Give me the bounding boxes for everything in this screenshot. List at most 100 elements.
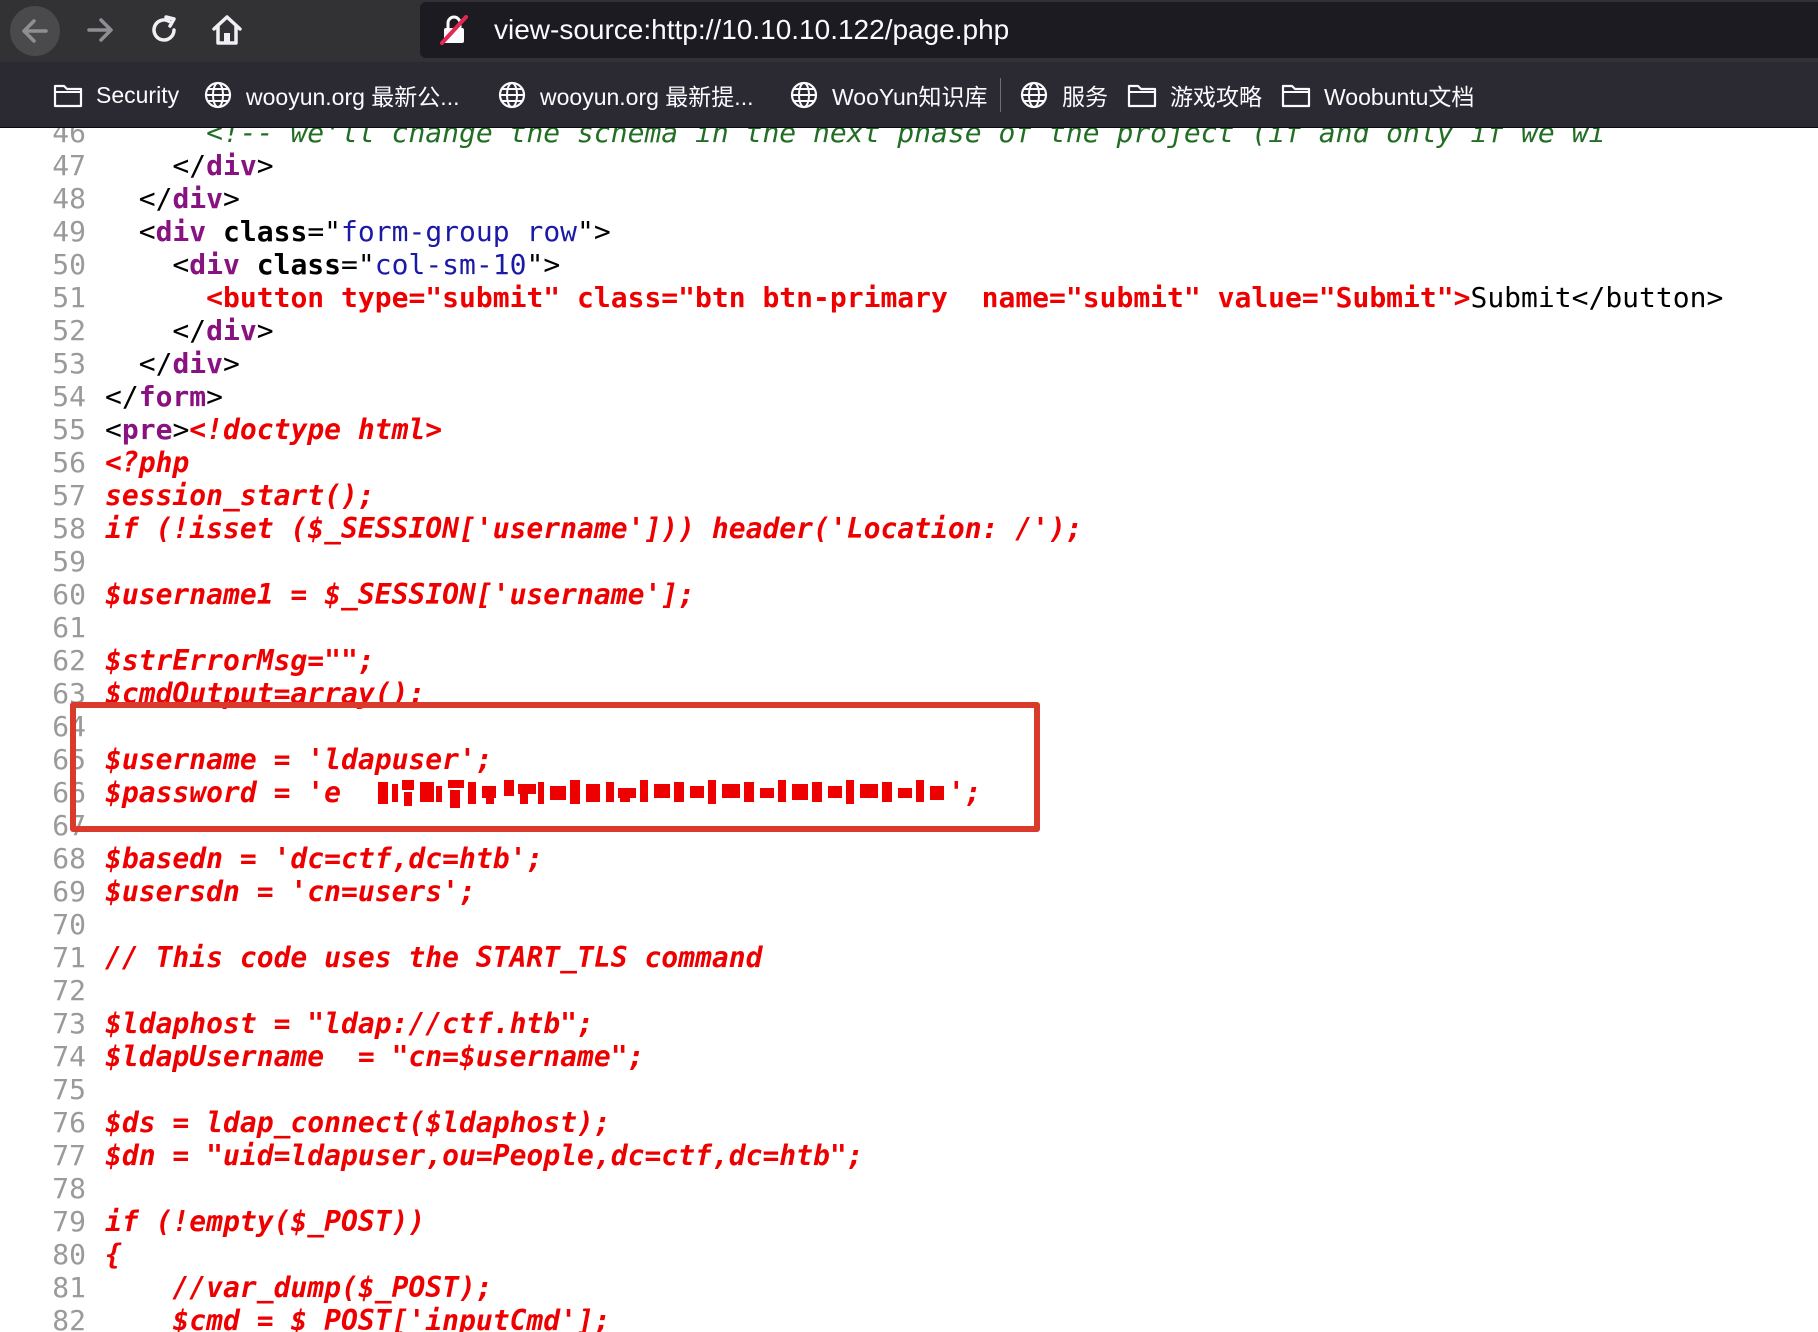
source-line: 60 $username1 = $_SESSION['username'];	[0, 578, 1818, 611]
source-line: 81 //var_dump($_POST);	[0, 1271, 1818, 1304]
bookmark-wooyun-latest-submitted[interactable]: wooyun.org 最新提...	[496, 62, 753, 128]
line-code: $strErrorMsg="";	[105, 644, 375, 677]
bookmark-services[interactable]: 服务	[1018, 62, 1108, 128]
bookmark-label: wooyun.org 最新公...	[246, 84, 460, 110]
line-number: 75	[52, 1073, 86, 1106]
code-token: <!-- we'll change the schema in the next…	[206, 128, 1606, 149]
code-token: <button type="submit" class="btn btn-pri…	[206, 281, 1471, 314]
source-line: 55 <pre><!doctype html>	[0, 413, 1818, 446]
source-line: 52 </div>	[0, 314, 1818, 347]
code-token: ">	[577, 215, 611, 248]
source-line: 76 $ds = ldap_connect($ldaphost);	[0, 1106, 1818, 1139]
code-token: div	[172, 182, 224, 215]
line-code: //var_dump($_POST);	[105, 1271, 492, 1304]
code-token: $strErrorMsg="";	[105, 644, 375, 677]
line-number: 56	[52, 446, 86, 479]
bookmarks-toolbar: Security wooyun.org 最新公... wooyun.org 最新…	[0, 62, 1818, 128]
source-line: 51 <button type="submit" class="btn btn-…	[0, 281, 1818, 314]
code-token: ="	[307, 215, 342, 248]
code-token: $cmd = $_POST['inputCmd'];	[105, 1304, 611, 1332]
line-number: 82	[52, 1304, 86, 1332]
line-number: 62	[52, 644, 86, 677]
code-token: class	[223, 215, 308, 248]
code-token: >	[256, 314, 274, 347]
line-number: 80	[52, 1238, 86, 1271]
line-code: session_start();	[105, 479, 375, 512]
line-number: 72	[52, 974, 86, 1007]
line-number: 60	[52, 578, 86, 611]
source-line: 59	[0, 545, 1818, 578]
home-icon	[212, 15, 242, 45]
line-number: 73	[52, 1007, 86, 1040]
globe-icon	[496, 79, 528, 111]
line-code: if (!empty($_POST))	[105, 1205, 425, 1238]
bookmark-label: 服务	[1062, 84, 1108, 110]
bookmark-wooyun-latest-public[interactable]: wooyun.org 最新公...	[202, 62, 459, 128]
line-code: <div class="form-group row">	[105, 215, 611, 248]
bookmark-game-guides[interactable]: 游戏攻略	[1126, 62, 1262, 128]
code-token: >	[206, 380, 224, 413]
line-code: $ds = ldap_connect($ldaphost);	[105, 1106, 611, 1139]
source-line: 72	[0, 974, 1818, 1007]
globe-icon	[202, 79, 234, 111]
reload-button[interactable]	[140, 6, 188, 54]
line-code: if (!isset ($_SESSION['username'])) head…	[105, 512, 1083, 545]
line-code: </div>	[105, 314, 274, 347]
bookmark-label: WooYun知识库	[832, 84, 988, 110]
line-code: <div class="col-sm-10">	[105, 248, 560, 281]
line-code: <?php	[105, 446, 189, 479]
home-button[interactable]	[203, 6, 251, 54]
line-code: </div>	[105, 347, 240, 380]
code-token: ="	[341, 248, 375, 281]
source-line: 61	[0, 611, 1818, 644]
line-number: 70	[52, 908, 86, 941]
line-number: 61	[52, 611, 86, 644]
source-line: 68 $basedn = 'dc=ctf,dc=htb';	[0, 842, 1818, 875]
insecure-lock-icon[interactable]	[434, 10, 474, 50]
url-text[interactable]: view-source:http://10.10.10.122/page.php	[494, 14, 1009, 46]
globe-icon	[1018, 79, 1050, 111]
line-code: {	[105, 1238, 122, 1271]
code-token: $ds = ldap_connect($ldaphost);	[105, 1106, 611, 1139]
code-token: $basedn = 'dc=ctf,dc=htb';	[105, 842, 544, 875]
line-number: 50	[52, 248, 86, 281]
address-bar[interactable]: view-source:http://10.10.10.122/page.php	[420, 2, 1818, 58]
line-number: 53	[52, 347, 86, 380]
code-token: $usersdn = 'cn=users';	[105, 875, 476, 908]
line-code: <button type="submit" class="btn btn-pri…	[105, 281, 1723, 314]
back-button[interactable]	[10, 6, 60, 56]
code-token: pre	[121, 413, 173, 446]
folder-icon	[1280, 79, 1312, 111]
bookmark-label: 游戏攻略	[1170, 84, 1262, 110]
source-line: 77 $dn = "uid=ldapuser,ou=People,dc=ctf,d…	[0, 1139, 1818, 1172]
code-token: >	[172, 413, 190, 446]
code-token: {	[105, 1238, 122, 1271]
line-code: $ldaphost = "ldap://ctf.htb";	[105, 1007, 594, 1040]
folder-icon	[52, 79, 84, 111]
forward-button[interactable]	[76, 6, 124, 54]
bookmark-wooyun-knowledge[interactable]: WooYun知识库	[788, 62, 988, 128]
code-token: ">	[526, 248, 561, 281]
code-token: Submit</button>	[1470, 281, 1724, 314]
bookmark-separator	[1000, 78, 1001, 112]
bookmark-security[interactable]: Security	[52, 62, 179, 128]
line-code: $username1 = $_SESSION['username'];	[105, 578, 695, 611]
code-token: <?php	[105, 446, 190, 479]
source-line: 80 {	[0, 1238, 1818, 1271]
browser-window: view-source:http://10.10.10.122/page.php…	[0, 0, 1818, 1332]
code-token: class	[256, 248, 342, 281]
code-token: >	[256, 149, 274, 182]
line-number: 49	[52, 215, 86, 248]
line-number: 48	[52, 182, 86, 215]
code-token: <!doctype html>	[189, 413, 443, 446]
code-token: </	[105, 314, 207, 347]
line-number: 74	[52, 1040, 86, 1073]
bookmark-woobuntu-docs[interactable]: Woobuntu文档	[1280, 62, 1474, 128]
source-line: 58 if (!isset ($_SESSION['username'])) he…	[0, 512, 1818, 545]
source-line: 62 $strErrorMsg="";	[0, 644, 1818, 677]
line-number: 79	[52, 1205, 86, 1238]
source-line: 79 if (!empty($_POST))	[0, 1205, 1818, 1238]
line-code: $ldapUsername = "cn=$username";	[105, 1040, 644, 1073]
code-token: $dn = "uid=ldapuser,ou=People,dc=ctf,dc=…	[105, 1139, 864, 1172]
